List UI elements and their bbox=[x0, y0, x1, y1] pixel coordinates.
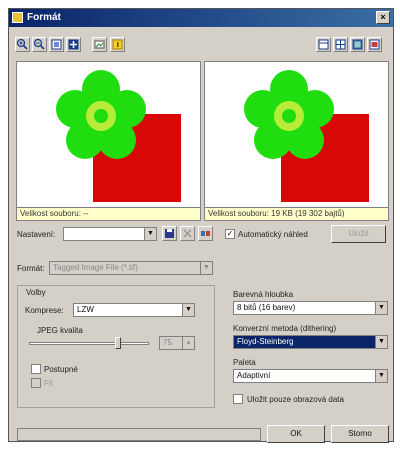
palette-label: Paleta bbox=[233, 358, 256, 367]
save-settings-icon[interactable] bbox=[162, 226, 177, 241]
result-image bbox=[219, 64, 374, 202]
auto-preview-checkbox[interactable]: ✓ bbox=[225, 229, 235, 239]
view-side-icon[interactable] bbox=[350, 37, 365, 52]
compression-value: LZW bbox=[77, 305, 94, 314]
close-button[interactable]: × bbox=[376, 11, 390, 24]
disabled-option-checkbox[interactable] bbox=[31, 378, 41, 388]
color-depth-combo[interactable]: 8 bitů (16 barev) ▼ bbox=[233, 301, 388, 315]
chevron-down-icon[interactable]: ▼ bbox=[375, 336, 387, 348]
quality-value: 75 bbox=[163, 338, 172, 347]
format-label: Formát: bbox=[17, 264, 45, 273]
cancel-button[interactable]: Storno bbox=[331, 425, 389, 443]
window-title: Formát bbox=[27, 12, 61, 23]
title-bar[interactable]: Formát × bbox=[9, 9, 393, 27]
conversion-label: Konverzní metoda (dithering) bbox=[233, 324, 337, 333]
progressive-label: Postupné bbox=[44, 365, 78, 374]
palette-combo[interactable]: Adaptivní ▼ bbox=[233, 369, 388, 383]
conversion-value: Floyd-Steinberg bbox=[237, 337, 294, 346]
quality-spinner[interactable]: 75 ▴ bbox=[159, 336, 195, 350]
progress-bar bbox=[17, 428, 261, 441]
original-size-text: Velikost souboru: -- bbox=[17, 207, 200, 220]
compression-label: Komprese: bbox=[25, 306, 64, 315]
fit-icon[interactable] bbox=[49, 37, 64, 52]
chevron-down-icon[interactable]: ▼ bbox=[144, 228, 156, 240]
result-preview: Velikost souboru: 19 KB (19 302 bajtů) bbox=[204, 61, 389, 221]
spinner-arrows-icon[interactable]: ▴ bbox=[182, 337, 194, 349]
save-original-checkbox[interactable] bbox=[233, 394, 243, 404]
settings-combo[interactable]: ▼ bbox=[63, 227, 157, 241]
original-image bbox=[31, 64, 186, 202]
jpeg-quality-label: JPEG kvalita bbox=[37, 326, 83, 335]
disabled-option-label: Fit bbox=[44, 379, 53, 388]
quality-slider-thumb[interactable] bbox=[115, 337, 121, 349]
color-depth-value: 8 bitů (16 barev) bbox=[237, 303, 296, 312]
view-split-icon[interactable] bbox=[333, 37, 348, 52]
format-value: Tagged Image File (*.tif) bbox=[53, 263, 138, 272]
chevron-down-icon[interactable]: ▼ bbox=[200, 262, 212, 274]
chevron-down-icon[interactable]: ▼ bbox=[375, 370, 387, 382]
image-icon[interactable] bbox=[92, 37, 107, 52]
format-combo[interactable]: Tagged Image File (*.tif) ▼ bbox=[49, 261, 213, 275]
color-depth-label: Barevná hloubka bbox=[233, 290, 294, 299]
format-dialog: Formát × Velikost souboru: -- Velikost s… bbox=[8, 8, 394, 443]
original-preview: Velikost souboru: -- bbox=[16, 61, 201, 221]
options-group-label: Volby bbox=[26, 288, 46, 297]
view-single-icon[interactable] bbox=[316, 37, 331, 52]
actual-size-icon[interactable] bbox=[66, 37, 81, 52]
apply-button[interactable]: Uložit bbox=[331, 225, 386, 243]
auto-preview-label: Automatický náhled bbox=[238, 230, 308, 239]
palette-value: Adaptivní bbox=[237, 371, 271, 380]
progressive-checkbox[interactable] bbox=[31, 364, 41, 374]
compression-combo[interactable]: LZW ▼ bbox=[73, 303, 195, 317]
quality-slider-track[interactable] bbox=[29, 342, 149, 345]
save-original-label: Uložit pouze obrazová data bbox=[247, 395, 344, 404]
delete-settings-icon[interactable] bbox=[180, 226, 195, 241]
app-icon bbox=[12, 12, 23, 23]
chevron-down-icon[interactable]: ▼ bbox=[182, 304, 194, 316]
view-full-icon[interactable] bbox=[367, 37, 382, 52]
info-icon[interactable] bbox=[110, 37, 125, 52]
settings-label: Nastavení: bbox=[17, 230, 56, 239]
result-size-text: Velikost souboru: 19 KB (19 302 bajtů) bbox=[205, 207, 388, 220]
chevron-down-icon[interactable]: ▼ bbox=[375, 302, 387, 314]
ok-button[interactable]: OK bbox=[267, 425, 325, 443]
conversion-combo[interactable]: Floyd-Steinberg ▼ bbox=[233, 335, 388, 349]
zoom-out-icon[interactable] bbox=[32, 37, 47, 52]
zoom-in-icon[interactable] bbox=[15, 37, 30, 52]
preset-settings-icon[interactable] bbox=[198, 226, 213, 241]
